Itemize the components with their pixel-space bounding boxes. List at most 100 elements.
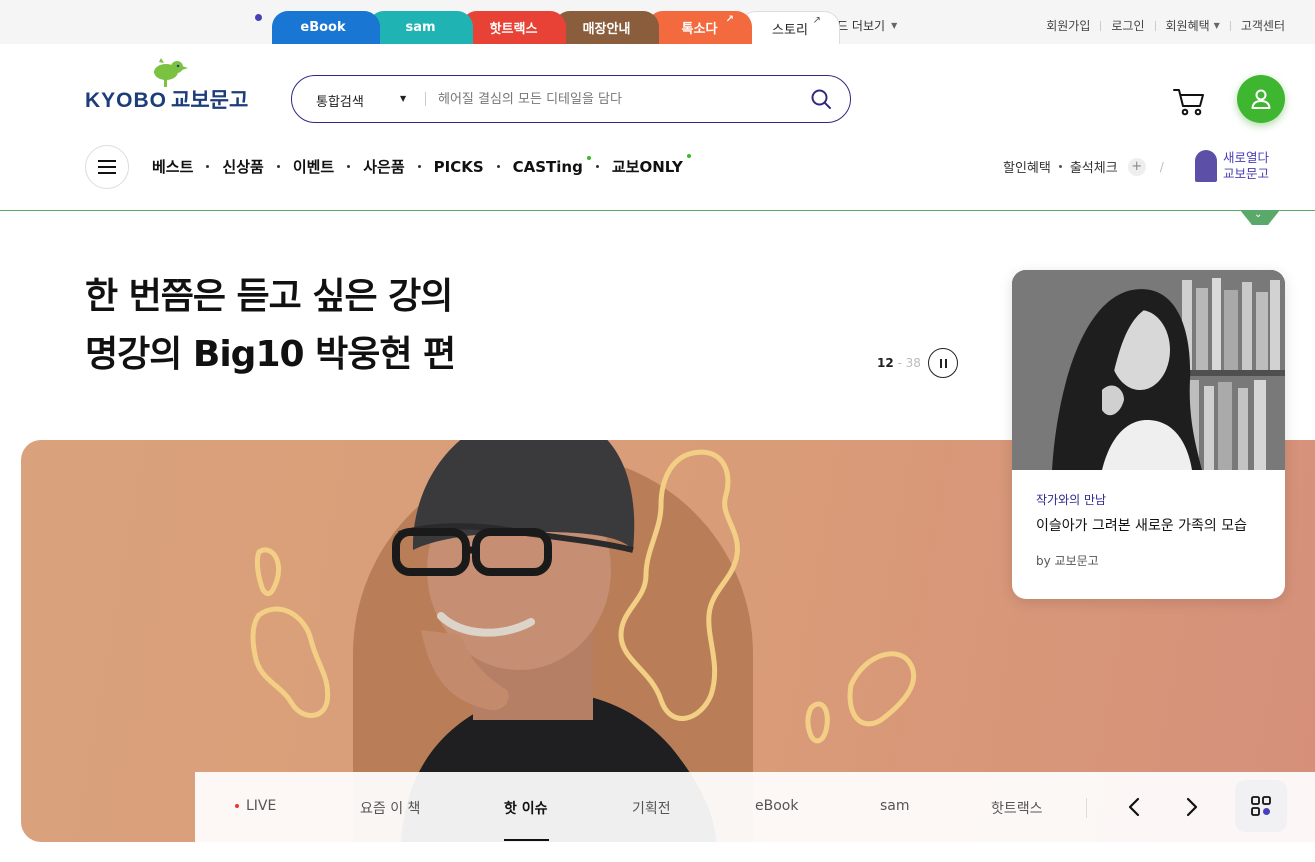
nav-separator bbox=[1058, 165, 1062, 168]
divider bbox=[1086, 798, 1087, 818]
logo-latin: KYOBO bbox=[85, 89, 168, 112]
grid-icon bbox=[1251, 796, 1271, 816]
main-nav: 베스트 신상품 이벤트 사은품 PICKS CASTing 교보ONLY bbox=[152, 154, 691, 177]
tab-hot-issue[interactable]: 핫 이슈 bbox=[504, 798, 548, 818]
hero-title[interactable]: 한 번쯤은 듣고 싶은 강의 명강의 Big10 박웅현 편 bbox=[85, 268, 456, 384]
nav-separator bbox=[417, 165, 421, 168]
slide-total: 38 bbox=[905, 356, 921, 370]
new-open-line1: 새로열다 bbox=[1223, 150, 1270, 165]
external-link-icon: ↗ bbox=[812, 15, 821, 26]
active-tab-indicator bbox=[504, 839, 549, 841]
nav-separator bbox=[595, 165, 599, 168]
chevron-right-icon[interactable] bbox=[1177, 792, 1207, 822]
member-benefits-link[interactable]: 회원혜택 ▼ bbox=[1166, 17, 1220, 34]
divider bbox=[1154, 20, 1156, 31]
brand-tabs: eBook sam 핫트랙스 매장안내 톡소다 ↗ 스토리 ↗ bbox=[272, 11, 840, 44]
nav-item-kyobo-only[interactable]: 교보ONLY bbox=[611, 154, 691, 177]
brand-tab-sam[interactable]: sam bbox=[368, 11, 473, 44]
caret-down-icon[interactable]: ▼ bbox=[400, 94, 406, 103]
brand-tab-ebook-label: eBook bbox=[300, 20, 346, 35]
plus-icon[interactable]: + bbox=[1127, 157, 1146, 176]
attendance-check-link[interactable]: 출석체크 bbox=[1070, 157, 1118, 176]
all-menu-button[interactable] bbox=[85, 145, 129, 189]
divider bbox=[1100, 20, 1102, 31]
family-site-dot bbox=[255, 14, 262, 21]
slide-counter: 12 - 38 bbox=[877, 356, 921, 370]
divider bbox=[1229, 20, 1231, 31]
pause-button[interactable] bbox=[928, 348, 958, 378]
tab-exhibition[interactable]: 기획전 bbox=[632, 798, 671, 818]
new-open-text: 새로열다 교보문고 bbox=[1223, 150, 1269, 182]
hero-title-line1: 한 번쯤은 듣고 싶은 강의 bbox=[85, 276, 453, 317]
tab-live-label: LIVE bbox=[246, 798, 277, 814]
hamburger-icon bbox=[98, 160, 116, 174]
nav-separator bbox=[276, 165, 280, 168]
logo-korean: 교보문고 bbox=[171, 89, 249, 112]
brand-tab-store[interactable]: 매장안내 bbox=[554, 11, 659, 44]
tab-sam[interactable]: sam bbox=[880, 798, 910, 814]
caret-down-icon: ▼ bbox=[1213, 21, 1220, 30]
tab-trending-books[interactable]: 요즘 이 책 bbox=[360, 798, 420, 818]
expand-header-button[interactable]: ⌄ bbox=[1240, 210, 1280, 225]
tab-ebook[interactable]: eBook bbox=[755, 798, 798, 814]
new-open-line2: 교보문고 bbox=[1223, 166, 1270, 181]
kyobo-logo[interactable]: KYOBO 교보문고 bbox=[85, 58, 265, 113]
nav-item-event[interactable]: 이벤트 bbox=[293, 156, 334, 177]
benefit-links: 할인혜택 출석체크 + / bbox=[1003, 157, 1164, 176]
chevron-left-icon[interactable] bbox=[1119, 792, 1149, 822]
new-indicator-dot bbox=[586, 155, 591, 160]
nav-separator bbox=[496, 165, 500, 168]
new-open-banner[interactable]: 새로열다 교보문고 bbox=[1195, 149, 1280, 185]
nav-item-picks[interactable]: PICKS bbox=[434, 158, 484, 176]
brand-tab-store-label: 매장안내 bbox=[582, 22, 631, 37]
login-link[interactable]: 로그인 bbox=[1111, 17, 1144, 34]
hero-title-line2: 명강의 Big10 박웅현 편 bbox=[85, 334, 456, 375]
page-root: eBook sam 핫트랙스 매장안내 톡소다 ↗ 스토리 ↗ 브랜드 더보기 ▼ … bbox=[0, 0, 1315, 862]
brand-tab-ebook[interactable]: eBook bbox=[272, 11, 380, 44]
brand-tab-toksoda[interactable]: 톡소다 ↗ bbox=[647, 11, 752, 44]
user-icon bbox=[1251, 89, 1271, 109]
join-link[interactable]: 회원가입 bbox=[1046, 17, 1090, 34]
nav-item-gift[interactable]: 사은품 bbox=[363, 156, 404, 177]
brand-tab-hottracks-label: 핫트랙스 bbox=[489, 22, 538, 37]
brand-tab-sam-label: sam bbox=[405, 20, 436, 35]
caret-down-icon: ▼ bbox=[891, 21, 898, 30]
brand-tab-story-label: 스토리 bbox=[772, 22, 808, 38]
nav-separator bbox=[206, 165, 210, 168]
member-benefits-label: 회원혜택 bbox=[1165, 19, 1210, 33]
nav-item-casting-label: CASTing bbox=[512, 157, 583, 176]
search-icon[interactable] bbox=[810, 88, 832, 110]
cart-icon[interactable] bbox=[1172, 85, 1206, 117]
chevron-down-icon: ⌄ bbox=[1254, 209, 1263, 220]
utility-links: 회원가입 로그인 회원혜택 ▼ 고객센터 bbox=[1046, 17, 1285, 34]
external-link-icon: ↗ bbox=[725, 14, 734, 25]
nav-item-casting[interactable]: CASTing bbox=[512, 155, 591, 176]
search-input[interactable] bbox=[438, 87, 798, 111]
my-page-button[interactable] bbox=[1237, 75, 1285, 123]
slide-current: 12 bbox=[877, 356, 894, 370]
card-title: 이슬아가 그려본 새로운 가족의 모습 bbox=[1036, 518, 1247, 534]
brand-tab-story[interactable]: 스토리 ↗ bbox=[740, 11, 840, 44]
door-icon bbox=[1195, 150, 1217, 182]
header-divider bbox=[0, 210, 1315, 211]
discount-benefits-link[interactable]: 할인혜택 bbox=[1003, 157, 1051, 176]
tab-hottracks[interactable]: 핫트랙스 bbox=[991, 798, 1043, 818]
brand-tab-hottracks[interactable]: 핫트랙스 bbox=[461, 11, 566, 44]
divider bbox=[425, 92, 426, 106]
card-category: 작가와의 만남 bbox=[1036, 493, 1107, 507]
nav-item-kyobo-only-label: 교보ONLY bbox=[611, 158, 683, 176]
logo-wordmark: KYOBO 교보문고 bbox=[85, 84, 248, 114]
live-indicator-dot bbox=[235, 804, 239, 808]
nav-item-new[interactable]: 신상품 bbox=[222, 156, 263, 177]
nav-separator bbox=[347, 165, 351, 168]
author-photo bbox=[1012, 270, 1285, 470]
customer-center-link[interactable]: 고객센터 bbox=[1241, 17, 1285, 34]
search-scope-select[interactable]: 통합검색 bbox=[316, 91, 364, 110]
side-feature-card[interactable]: 작가와의 만남 이슬아가 그려본 새로운 가족의 모습 by 교보문고 bbox=[1012, 270, 1285, 599]
new-indicator-dot bbox=[686, 154, 691, 158]
nav-item-best[interactable]: 베스트 bbox=[152, 156, 193, 177]
view-all-categories-button[interactable] bbox=[1235, 780, 1287, 832]
pause-icon bbox=[938, 358, 948, 368]
slide-separator: - bbox=[893, 356, 906, 370]
tab-live[interactable]: LIVE bbox=[235, 798, 276, 814]
